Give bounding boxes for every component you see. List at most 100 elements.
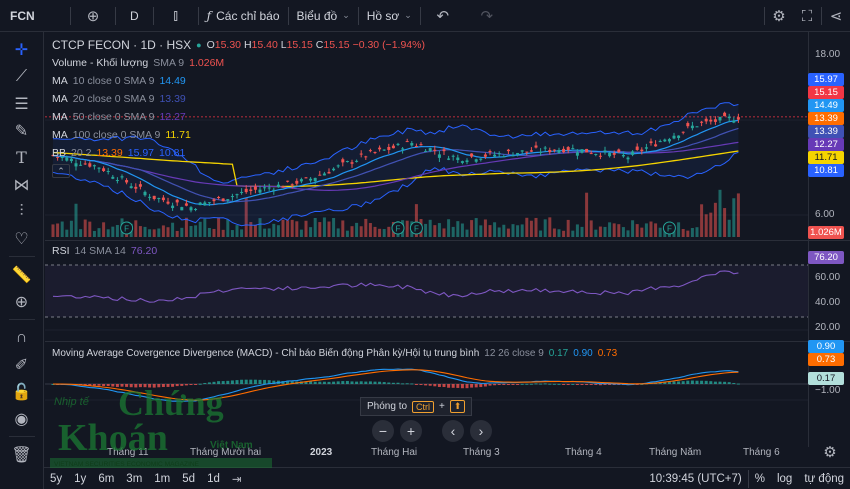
- macd-hist-label: 0.17: [808, 372, 844, 385]
- fib-icon[interactable]: ☰: [4, 90, 40, 117]
- clock[interactable]: 10:39:45 (UTC+7): [643, 473, 747, 485]
- volume-bar: [649, 221, 653, 237]
- candle-body: [102, 168, 106, 171]
- eye-icon[interactable]: ◉: [4, 405, 40, 432]
- auto-toggle[interactable]: tự động: [798, 473, 850, 485]
- pattern-icon[interactable]: ⋈: [4, 171, 40, 198]
- range-1m[interactable]: 1m: [148, 473, 176, 485]
- candle-body: [667, 139, 671, 142]
- indicators-button[interactable]: ƒ Các chỉ báo: [199, 0, 288, 32]
- zoom-out-button[interactable]: −: [372, 420, 394, 442]
- pane-divider[interactable]: [45, 240, 850, 241]
- volume-bar: [621, 227, 625, 237]
- range-1y[interactable]: 1y: [68, 473, 92, 485]
- indicators-label: Các chỉ báo: [216, 8, 280, 23]
- macd-histogram-bar: [736, 383, 740, 385]
- macd-legend[interactable]: Moving Average Covergence Divergence (MA…: [52, 348, 617, 359]
- ma20-legend[interactable]: MA 20 close 0 SMA 9 13.39: [52, 93, 186, 105]
- volume-legend[interactable]: Volume - Khối lượng SMA 9 1.026M: [52, 57, 224, 69]
- prediction-icon[interactable]: ⫶: [4, 198, 40, 225]
- rsi-legend[interactable]: RSI 14 SMA 14 76.20: [52, 245, 157, 257]
- range-1d[interactable]: 1d: [201, 473, 226, 485]
- log-toggle[interactable]: log: [771, 473, 798, 485]
- macd-histogram-bar: [493, 384, 497, 386]
- trendline-icon[interactable]: ⟋: [4, 63, 40, 90]
- interval-button[interactable]: D: [116, 0, 153, 32]
- pencil-lock-icon[interactable]: ✐: [4, 351, 40, 378]
- volume-bar: [240, 229, 244, 237]
- bb-params: 20 2: [71, 147, 92, 159]
- ma-params: 20 close 0 SMA 9: [72, 93, 155, 105]
- volume-bar: [134, 220, 138, 237]
- time-label: Tháng 3: [463, 447, 500, 458]
- range-5y[interactable]: 5y: [44, 473, 68, 485]
- volume-bar: [102, 222, 106, 237]
- macd-histogram-bar: [460, 384, 464, 389]
- redo-button[interactable]: ↷: [465, 0, 509, 32]
- zoom-in-icon[interactable]: ⊕: [4, 288, 40, 315]
- candle-body: [92, 165, 96, 167]
- volume-bar: [207, 227, 211, 237]
- macd-histogram-bar: [575, 384, 579, 385]
- candle-body: [681, 131, 685, 133]
- macd-histogram-bar: [732, 382, 736, 384]
- text-icon[interactable]: T: [4, 144, 40, 171]
- settings-icon[interactable]: ⚙: [765, 2, 793, 30]
- ruler-icon[interactable]: 📏: [4, 261, 40, 288]
- compare-button[interactable]: ⊕: [71, 0, 115, 32]
- profile-menu[interactable]: Hồ sơ ⌄: [359, 0, 420, 32]
- candle-body: [157, 198, 161, 200]
- ma100-legend[interactable]: MA 100 close 0 SMA 9 11.71: [52, 129, 191, 141]
- scroll-right-button[interactable]: ›: [470, 420, 492, 442]
- scroll-left-button[interactable]: ‹: [442, 420, 464, 442]
- heart-icon[interactable]: ♡: [4, 225, 40, 252]
- candle-body: [332, 168, 336, 171]
- collapse-legend-button[interactable]: ⌃: [52, 164, 70, 178]
- goto-date-icon[interactable]: ⇥: [226, 472, 248, 486]
- zoom-in-button[interactable]: +: [400, 420, 422, 442]
- candle-body: [263, 187, 267, 189]
- candle-body: [686, 123, 690, 127]
- ma50-legend[interactable]: MA 50 close 0 SMA 9 12.27: [52, 111, 186, 123]
- macd-histogram-bar: [557, 383, 561, 385]
- macd-histogram-bar: [718, 381, 722, 384]
- volume-bar: [442, 228, 446, 237]
- live-dot: ●: [196, 40, 202, 50]
- volume-bar: [718, 189, 722, 237]
- magnet-icon[interactable]: ∩: [4, 324, 40, 351]
- trash-icon[interactable]: 🗑: [4, 441, 40, 468]
- pane-divider[interactable]: [45, 341, 850, 342]
- volume-bar: [74, 203, 78, 237]
- candle-body: [152, 195, 156, 200]
- macd-histogram-bar: [713, 381, 717, 384]
- ma10-legend[interactable]: MA 10 close 0 SMA 9 14.49: [52, 75, 186, 87]
- crosshair-icon[interactable]: ✛: [4, 36, 40, 63]
- volume-bar: [727, 219, 731, 237]
- lock-icon[interactable]: 🔓: [4, 378, 40, 405]
- range-5d[interactable]: 5d: [176, 473, 201, 485]
- candle-body: [534, 145, 538, 148]
- candle-body: [207, 202, 211, 204]
- candle-body: [387, 146, 391, 150]
- bb-legend[interactable]: BB 20 2 13.39 15.97 10.81: [52, 147, 185, 159]
- candle-body: [410, 143, 414, 146]
- brush-icon[interactable]: ✎: [4, 117, 40, 144]
- fullscreen-icon[interactable]: ⛶: [793, 2, 821, 30]
- settings-icon[interactable]: ⚙: [816, 440, 844, 464]
- chart-style-button[interactable]: ⫾: [154, 0, 198, 32]
- range-3m[interactable]: 3m: [120, 473, 148, 485]
- time-label: 2023: [310, 447, 333, 458]
- chart-type-menu[interactable]: Biểu đồ ⌄: [289, 0, 358, 32]
- candle-body: [442, 149, 446, 152]
- percent-toggle[interactable]: %: [749, 473, 771, 485]
- candle-body: [470, 153, 474, 157]
- share-icon[interactable]: ⋖: [822, 2, 850, 30]
- volume-bar: [677, 222, 681, 237]
- volume-bar: [253, 224, 257, 237]
- symbol-search[interactable]: FCN: [0, 0, 70, 32]
- macd-histogram-bar: [382, 382, 386, 384]
- macd-histogram-bar: [727, 382, 731, 384]
- undo-button[interactable]: ↶: [421, 0, 465, 32]
- range-6m[interactable]: 6m: [92, 473, 120, 485]
- candle-body: [322, 173, 326, 176]
